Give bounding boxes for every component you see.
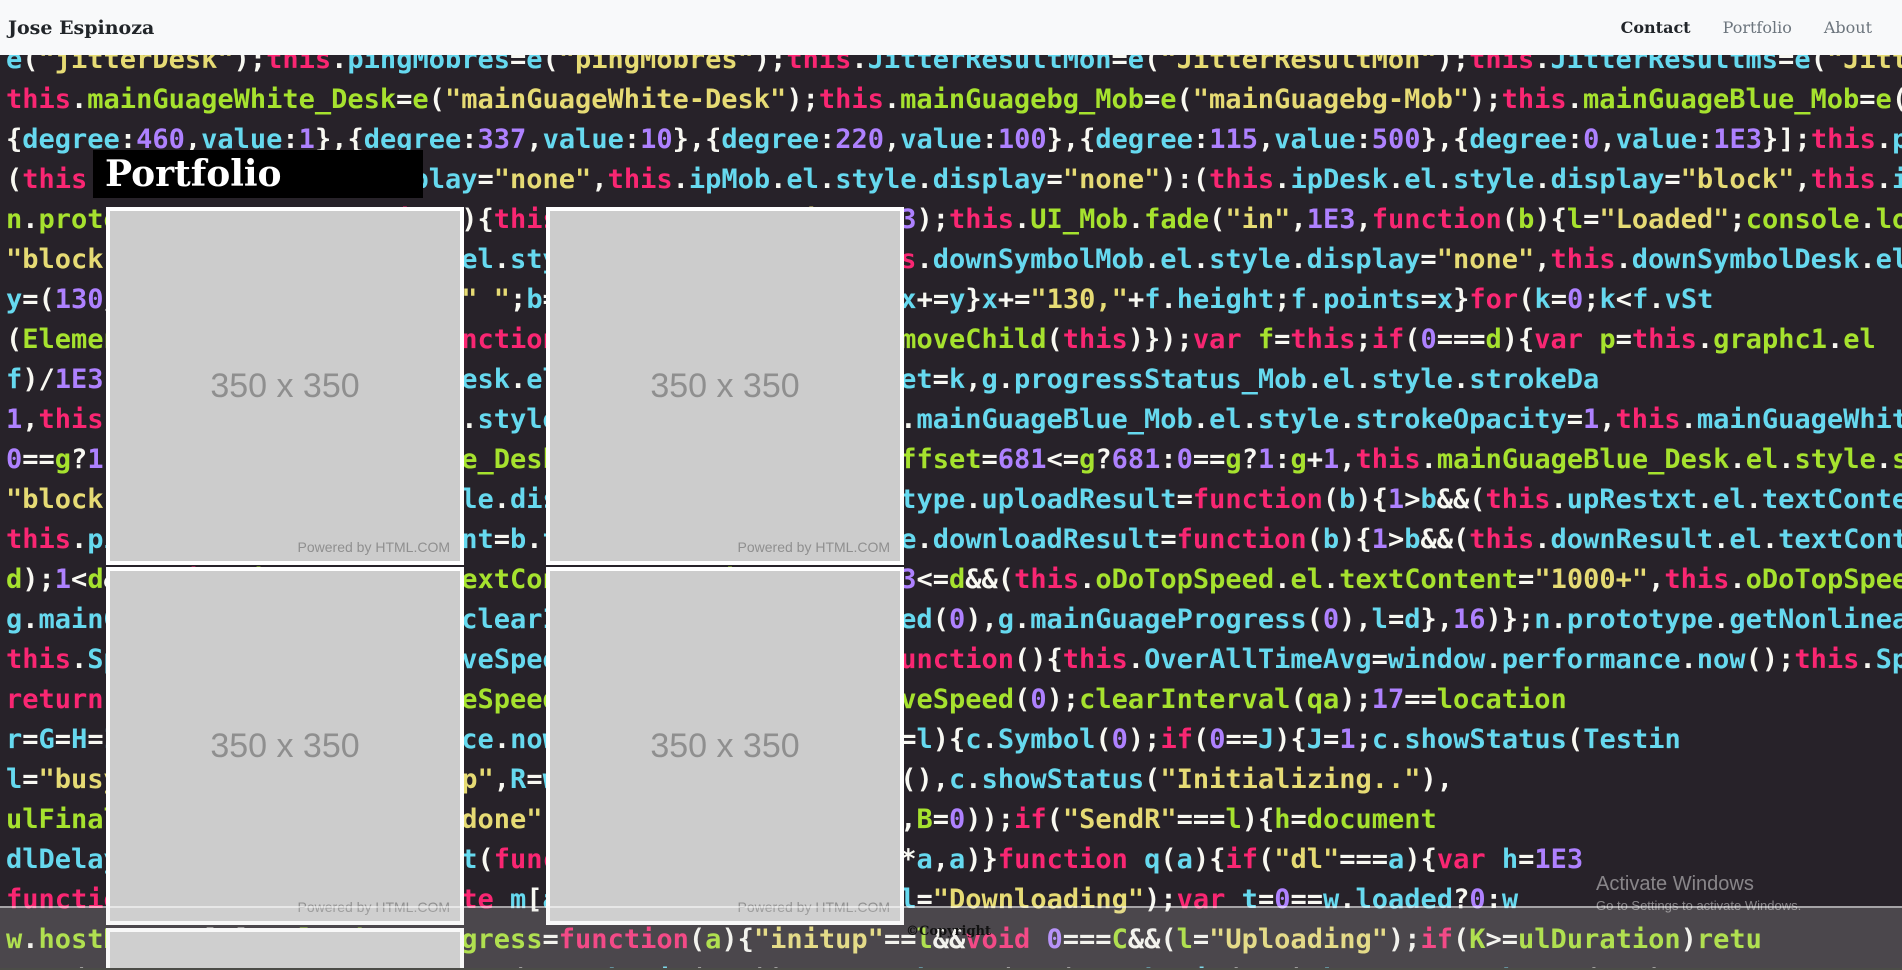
portfolio-heading: Portfolio	[93, 150, 423, 198]
portfolio-thumbnail[interactable]: 350 x 350 Powered by HTML.COM	[546, 207, 904, 565]
watermark-subtitle: Go to Settings to activate Windows.	[1596, 898, 1802, 913]
portfolio-thumbnail[interactable]: 350 x 350 Powered by HTML.COM	[106, 207, 464, 565]
nav-links: Contact Portfolio About	[1621, 18, 1894, 37]
code-line: this.mainGuageWhite_Desk=e("mainGuageWhi…	[6, 84, 1902, 115]
top-navbar: Jose Espinoza Contact Portfolio About	[0, 0, 1902, 55]
portfolio-thumbnail[interactable]: 350 x 350 Powered by HTML.COM	[106, 567, 464, 925]
thumbnail-size-label: 350 x 350	[650, 366, 800, 405]
watermark-title: Activate Windows	[1596, 873, 1754, 895]
nav-link-portfolio[interactable]: Portfolio	[1723, 18, 1792, 37]
thumbnail-size-label: 350 x 350	[210, 726, 360, 765]
portfolio-thumbnail[interactable]: 350 x 350 Powered by HTML.COM	[546, 567, 904, 925]
thumbnail-powered-by: Powered by HTML.COM	[297, 539, 450, 555]
copyright-text: ©Copyright	[906, 924, 991, 939]
thumbnail-size-label: 350 x 350	[210, 366, 360, 405]
thumbnail-powered-by: Powered by HTML.COM	[737, 539, 890, 555]
brand-name[interactable]: Jose Espinoza	[8, 17, 154, 39]
nav-link-contact[interactable]: Contact	[1621, 18, 1691, 37]
nav-link-about[interactable]: About	[1824, 18, 1872, 37]
activate-windows-watermark: Activate Windows Go to Settings to activ…	[1596, 873, 1801, 913]
thumbnail-size-label: 350 x 350	[650, 726, 800, 765]
